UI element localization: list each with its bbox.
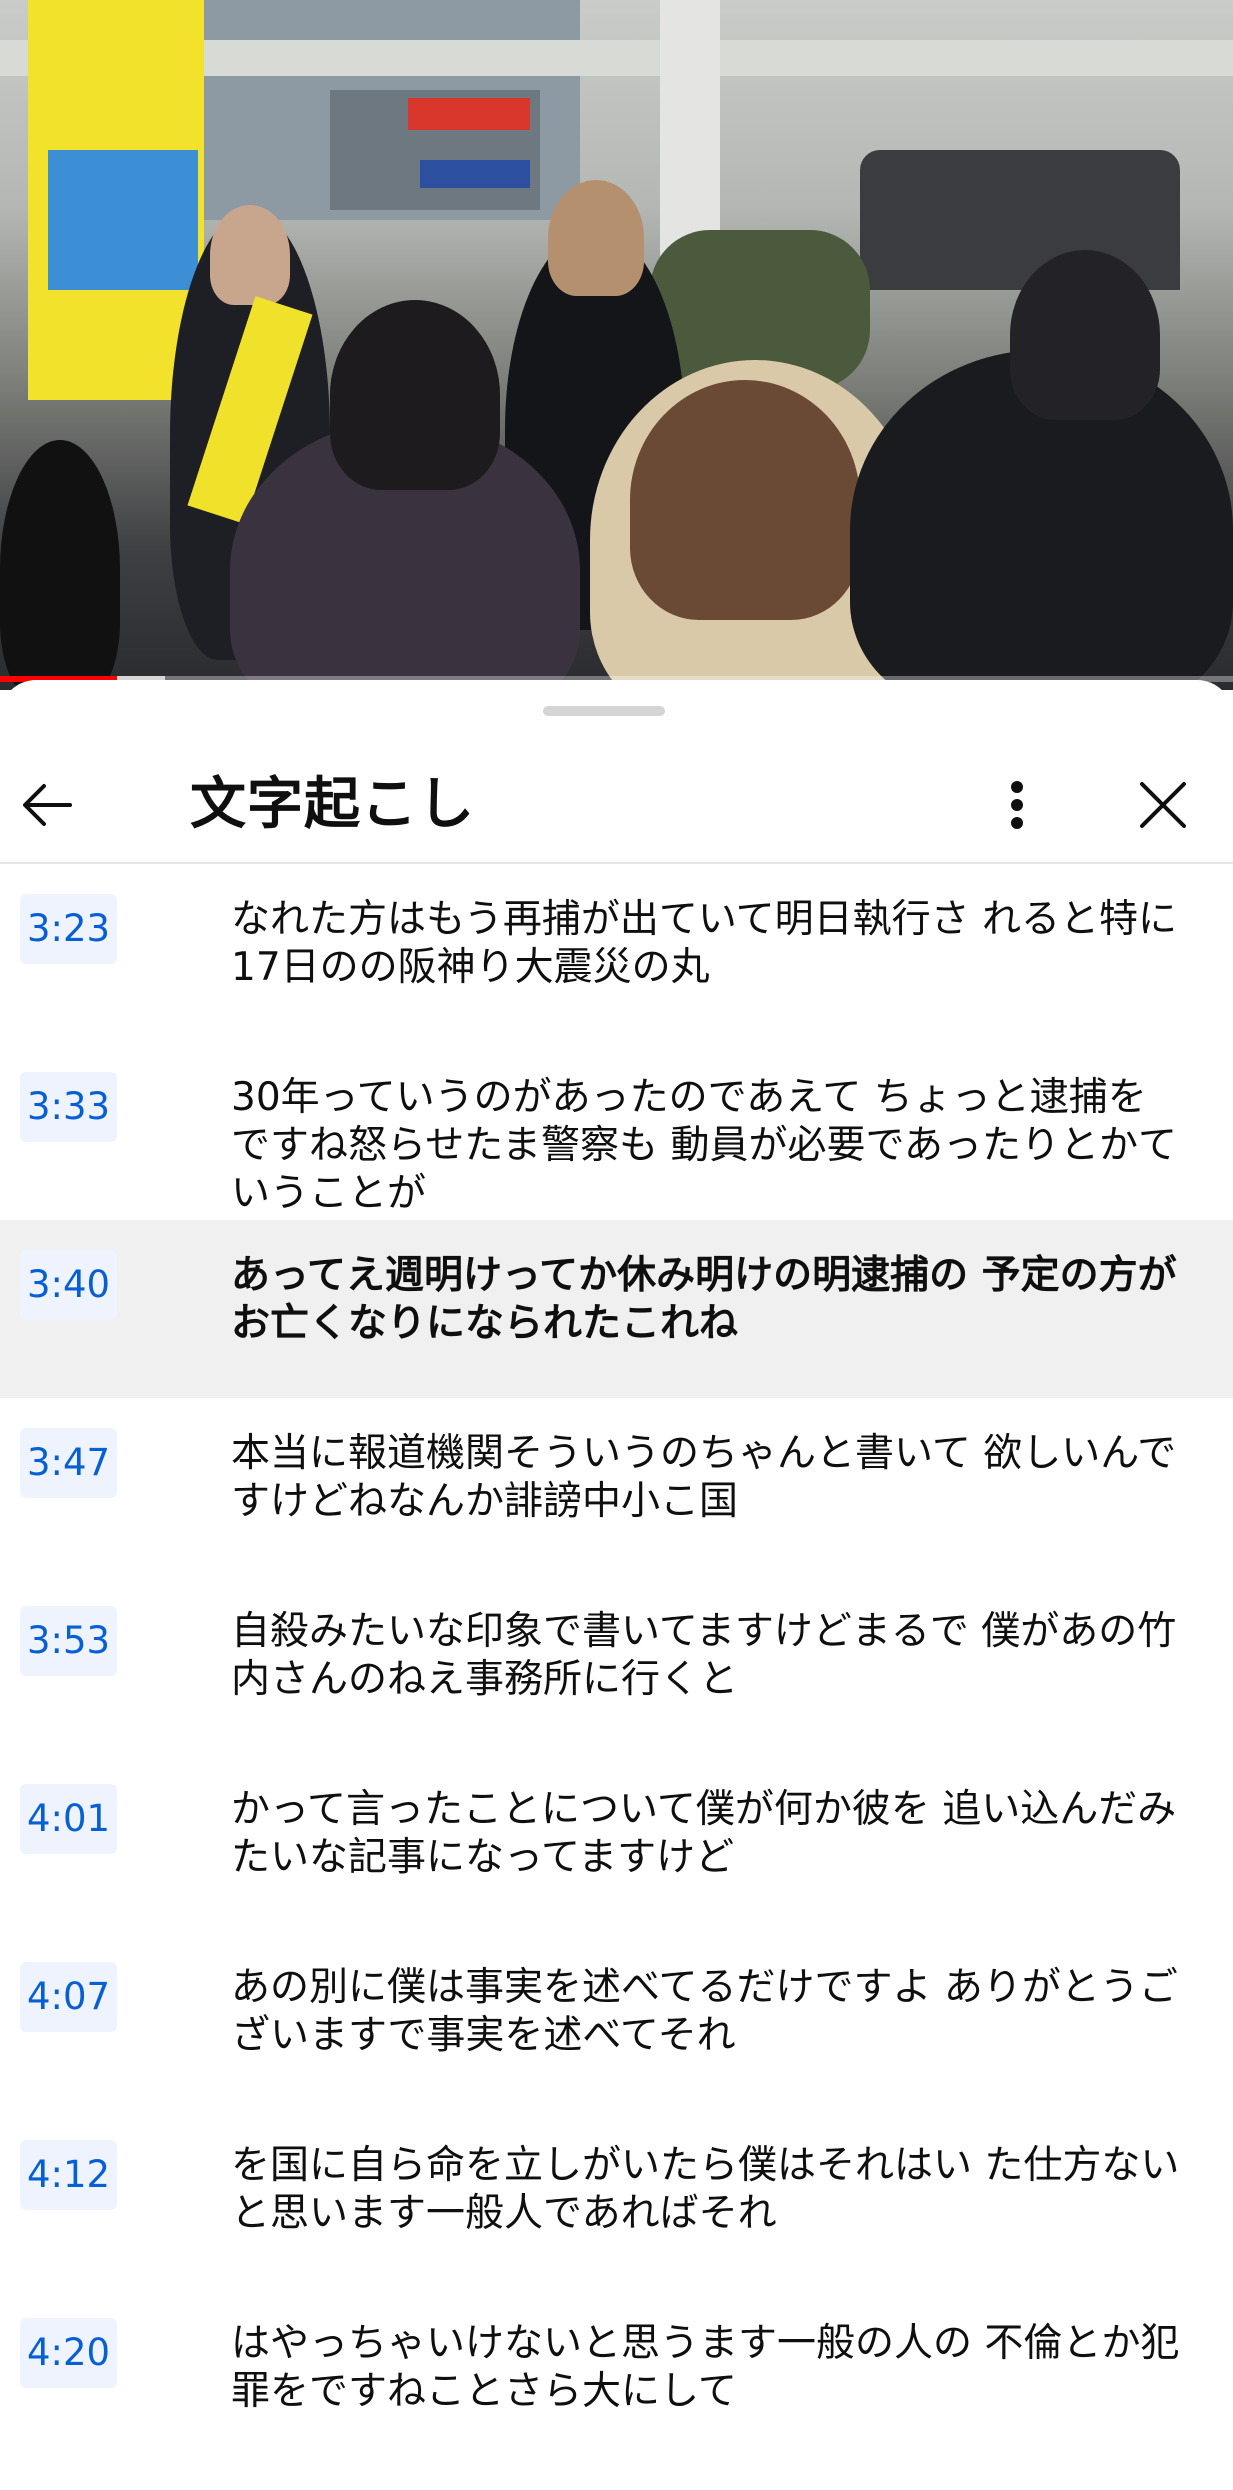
segment-text: 30年っていうのがあったのであえて ちょっと逮捕をですね怒らせたま警察も 動員が…	[231, 1075, 1178, 1216]
shop-sign	[420, 160, 530, 188]
speaker-main-head	[548, 180, 644, 296]
camera-operator	[0, 440, 120, 690]
segment-text: はやっちゃいけないと思うます一般の人の 不倫とか犯罪をですねことさら大にして	[231, 2321, 1180, 2414]
audience-member-head	[330, 300, 500, 490]
transcript-segment-active[interactable]: 3:40 あってえ週明けってか休み明けの明逮捕の 予定の方がお亡くなりになられた…	[0, 1220, 1233, 1398]
timestamp[interactable]: 4:20	[20, 2318, 118, 2388]
timestamp[interactable]: 3:40	[20, 1250, 118, 1320]
close-button[interactable]	[1128, 770, 1198, 840]
timestamp[interactable]: 3:23	[20, 894, 118, 964]
panel-header: 文字起こし	[0, 750, 1233, 860]
candidate-head	[210, 205, 290, 305]
segment-text: あの別に僕は事実を述べてるだけですよ ありがとうございますで事実を述べてそれ	[231, 1965, 1178, 2058]
timestamp[interactable]: 4:07	[20, 1962, 118, 2032]
audience-member-head	[1010, 250, 1160, 420]
segment-text: かって言ったことについて僕が何か彼を 追い込んだみたいな記事になってますけど	[231, 1787, 1177, 1880]
campaign-flag-blue-stripe	[48, 150, 198, 290]
audience-member-head	[630, 380, 860, 620]
segment-text: なれた方はもう再捕が出ていて明日執行さ れると特に17日のの阪神り大震災の丸	[231, 897, 1178, 990]
arrow-left-icon	[23, 784, 72, 826]
transcript-segment[interactable]: 4:01 かって言ったことについて僕が何か彼を 追い込んだみたいな記事になってま…	[0, 1754, 1233, 1932]
transcript-panel: 文字起こし 3:23 なれた方はもう再捕が出ていて明日執行さ れると特に17日の…	[0, 680, 1233, 2490]
drag-handle[interactable]	[543, 706, 665, 716]
transcript-segment[interactable]: 3:33 30年っていうのがあったのであえて ちょっと逮捕をですね怒らせたま警察…	[0, 1042, 1233, 1220]
segment-text: を国に自ら命を立しがいたら僕はそれはい た仕方ないと思います一般人であればそれ	[231, 2143, 1180, 2236]
segment-text: 本当に報道機関そういうのちゃんと書いて 欲しいんですけどねなんか誹謗中小こ国	[231, 1431, 1177, 1524]
timestamp[interactable]: 3:33	[20, 1072, 118, 1142]
timestamp[interactable]: 3:47	[20, 1428, 118, 1498]
transcript-segment[interactable]: 4:07 あの別に僕は事実を述べてるだけですよ ありがとうございますで事実を述べ…	[0, 1932, 1233, 2110]
timestamp[interactable]: 4:01	[20, 1784, 118, 1854]
close-icon	[1140, 782, 1186, 828]
transcript-list[interactable]: 3:23 なれた方はもう再捕が出ていて明日執行さ れると特に17日のの阪神り大震…	[0, 864, 1233, 2466]
shop-sign	[408, 98, 530, 130]
more-vert-icon	[1011, 781, 1023, 829]
video-player[interactable]	[0, 0, 1233, 690]
transcript-segment[interactable]: 4:12 を国に自ら命を立しがいたら僕はそれはい た仕方ないと思います一般人であ…	[0, 2110, 1233, 2288]
segment-text: あってえ週明けってか休み明けの明逮捕の 予定の方がお亡くなりになられたこれね	[231, 1253, 1177, 1346]
timestamp[interactable]: 4:12	[20, 2140, 118, 2210]
segment-text: 自殺みたいな印象で書いてますけどまるで 僕があの竹内さんのねえ事務所に行くと	[231, 1609, 1177, 1702]
back-button[interactable]	[14, 770, 84, 840]
transcript-segment[interactable]: 4:20 はやっちゃいけないと思うます一般の人の 不倫とか犯罪をですねことさら大…	[0, 2288, 1233, 2466]
more-options-button[interactable]	[990, 770, 1044, 840]
transcript-segment[interactable]: 3:47 本当に報道機関そういうのちゃんと書いて 欲しいんですけどねなんか誹謗中…	[0, 1398, 1233, 1576]
timestamp[interactable]: 3:53	[20, 1606, 118, 1676]
transcript-segment[interactable]: 3:23 なれた方はもう再捕が出ていて明日執行さ れると特に17日のの阪神り大震…	[0, 864, 1233, 1042]
panel-title: 文字起こし	[190, 772, 475, 837]
transcript-segment[interactable]: 3:53 自殺みたいな印象で書いてますけどまるで 僕があの竹内さんのねえ事務所に…	[0, 1576, 1233, 1754]
